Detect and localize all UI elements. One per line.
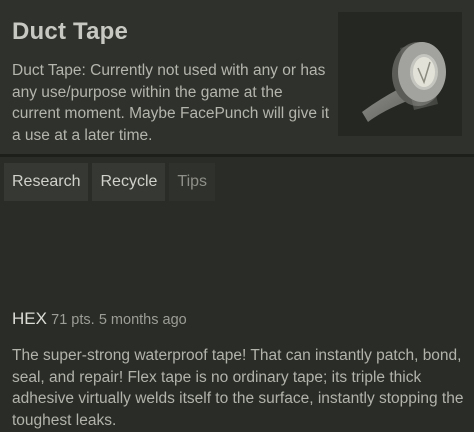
- comment-time: 5 months ago: [98, 312, 187, 328]
- header-divider: [0, 154, 474, 157]
- comment-author[interactable]: HEX: [12, 309, 47, 328]
- comment: HEX 71 pts. 5 months ago The super-stron…: [12, 308, 468, 431]
- duct-tape-roll-icon: [362, 42, 446, 122]
- comment-points: 71 pts.: [51, 312, 95, 328]
- tab-recycle[interactable]: Recycle: [92, 163, 166, 201]
- item-header: Duct Tape Duct Tape: Currently not used …: [0, 0, 474, 154]
- tab-research[interactable]: Research: [4, 163, 89, 201]
- tab-tips[interactable]: Tips: [169, 163, 216, 201]
- item-description: Duct Tape: Currently not used with any o…: [12, 62, 330, 144]
- comment-body: The super-strong waterproof tape! That c…: [12, 347, 464, 429]
- item-image: [338, 12, 462, 136]
- action-tabs: Research Recycle Tips: [4, 163, 216, 201]
- comment-meta: HEX 71 pts. 5 months ago: [12, 308, 468, 331]
- item-title: Duct Tape: [12, 18, 129, 45]
